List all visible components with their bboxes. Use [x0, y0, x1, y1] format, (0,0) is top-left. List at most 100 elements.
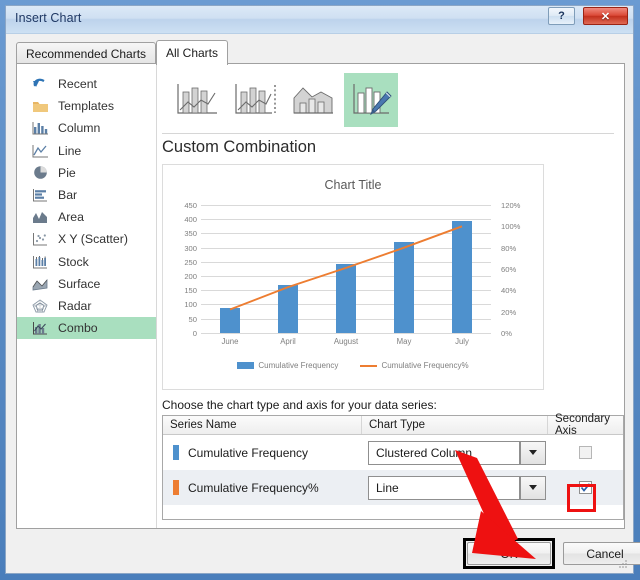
main-panel: Recent Templates Column Line Pie Bar Are… — [16, 63, 625, 529]
legend-item: Cumulative Frequency% — [360, 361, 469, 370]
resize-grip-icon[interactable] — [617, 558, 629, 570]
dropdown-value: Line — [376, 480, 399, 495]
chart-line-series — [229, 225, 463, 311]
sidebar-item-stock[interactable]: Stock — [17, 251, 156, 273]
secondary-y-axis-tick-label: 100% — [501, 222, 521, 232]
column-chart-icon — [31, 120, 49, 136]
chevron-down-icon[interactable] — [520, 475, 546, 500]
combo-heading: Custom Combination — [162, 138, 317, 156]
ok-button[interactable]: OK — [467, 542, 551, 565]
series-table-header: Series Name Chart Type Secondary Axis — [163, 413, 623, 437]
sidebar-item-label: Area — [58, 210, 84, 225]
section-divider — [162, 133, 614, 134]
sidebar-item-label: X Y (Scatter) — [58, 232, 128, 247]
x-axis-tick-label: August — [333, 337, 359, 346]
sidebar-item-label: Stock — [58, 254, 89, 269]
scatter-chart-icon — [31, 231, 49, 247]
sidebar-item-radar[interactable]: Radar — [17, 295, 156, 317]
y-axis-tick-label: 250 — [184, 257, 197, 267]
secondary-axis-checkbox[interactable] — [579, 446, 592, 459]
sidebar-item-xy-scatter[interactable]: X Y (Scatter) — [17, 228, 156, 250]
close-button[interactable]: ✕ — [583, 7, 628, 25]
series-table: Series Name Chart Type Secondary Axis Cu… — [162, 413, 624, 520]
sidebar-item-line[interactable]: Line — [17, 140, 156, 162]
series-color-swatch — [173, 480, 179, 495]
thumbnail-custom-combination[interactable] — [344, 73, 398, 127]
series-name-cell: Cumulative Frequency% — [163, 480, 362, 495]
secondary-axis-cell — [548, 481, 623, 512]
templates-folder-icon — [31, 98, 49, 114]
sidebar-item-label: Bar — [58, 188, 78, 203]
chart-category-sidebar: Recent Templates Column Line Pie Bar Are… — [17, 64, 157, 528]
chart-type-cell: Line — [362, 475, 548, 500]
y-axis-tick-label: 450 — [184, 201, 197, 210]
y-axis-tick-label: 400 — [184, 215, 197, 225]
sidebar-item-area[interactable]: Area — [17, 206, 156, 228]
sidebar-item-label: Pie — [58, 165, 76, 180]
y-axis-tick-label: 150 — [184, 286, 197, 296]
thumbnail-clustered-column-line[interactable] — [170, 73, 224, 127]
combo-chart-icon — [31, 320, 49, 336]
tab-recommended-charts[interactable]: Recommended Charts — [16, 42, 157, 64]
sidebar-item-label: Radar — [58, 298, 92, 313]
thumbnail-clustered-column-line-secondary-axis[interactable] — [228, 73, 282, 127]
legend-swatch-line — [360, 364, 378, 367]
title-bar: Insert Chart ? ✕ — [6, 6, 633, 34]
pie-chart-icon — [31, 165, 49, 181]
dialog-window: Insert Chart ? ✕ Recommended Charts All … — [5, 5, 640, 574]
table-row: Cumulative Frequency Clustered Column — [163, 435, 623, 470]
y-axis-tick-label: 0 — [192, 329, 197, 338]
chevron-down-icon[interactable] — [520, 440, 546, 465]
secondary-y-axis-tick-label: 20% — [501, 307, 517, 317]
chart-title: Chart Title — [324, 178, 382, 192]
radar-chart-icon — [31, 298, 49, 314]
dropdown-value: Clustered Column — [376, 445, 473, 460]
x-axis-tick-label: July — [455, 337, 469, 346]
secondary-axis-cell — [548, 446, 623, 459]
x-axis-tick-label: June — [221, 337, 239, 346]
chart-type-cell: Clustered Column — [362, 440, 548, 465]
x-axis-tick-label: April — [280, 337, 296, 346]
secondary-y-axis-tick-label: 0% — [501, 329, 512, 338]
y-axis-tick-label: 350 — [184, 229, 197, 239]
surface-chart-icon — [31, 276, 49, 292]
sidebar-item-label: Combo — [58, 321, 98, 336]
help-button[interactable]: ? — [548, 7, 575, 25]
area-chart-icon — [31, 209, 49, 225]
column-header-secondary-axis: Secondary Axis — [555, 413, 610, 437]
sidebar-item-recent[interactable]: Recent — [17, 73, 156, 95]
tab-strip: Recommended Charts All Charts — [16, 40, 625, 65]
sidebar-item-label: Recent — [58, 77, 97, 92]
secondary-y-axis-tick-label: 80% — [501, 243, 517, 253]
series-panel-caption: Choose the chart type and axis for your … — [162, 398, 437, 412]
legend-item: Cumulative Frequency — [237, 361, 338, 370]
tab-all-charts[interactable]: All Charts — [156, 40, 229, 65]
legend-label: Cumulative Frequency — [258, 361, 339, 370]
series-name-cell: Cumulative Frequency — [163, 445, 362, 460]
series-name-label: Cumulative Frequency — [188, 445, 309, 460]
bar-chart-icon — [31, 187, 49, 203]
sidebar-item-column[interactable]: Column — [17, 117, 156, 139]
chart-type-dropdown-clustered-column[interactable]: Clustered Column — [368, 440, 546, 465]
secondary-y-axis-tick-label: 60% — [501, 265, 517, 274]
table-row: Cumulative Frequency% Line — [163, 470, 623, 512]
chart-type-content: Custom Combination Chart Title 450 400 3… — [158, 64, 624, 528]
series-name-label: Cumulative Frequency% — [188, 480, 319, 495]
y-axis-tick-label: 200 — [184, 272, 197, 281]
thumbnail-stacked-area-clustered-column[interactable] — [286, 73, 340, 127]
chart-legend: Cumulative Frequency Cumulative Frequenc… — [163, 361, 543, 370]
sidebar-item-templates[interactable]: Templates — [17, 95, 156, 117]
sidebar-item-pie[interactable]: Pie — [17, 162, 156, 184]
checkmark-icon — [580, 483, 591, 492]
stock-chart-icon — [31, 254, 49, 270]
secondary-axis-checkbox-checked[interactable] — [579, 481, 592, 494]
dialog-window-frame: Insert Chart ? ✕ Recommended Charts All … — [0, 0, 640, 580]
sidebar-item-combo[interactable]: Combo — [17, 317, 156, 340]
sidebar-item-bar[interactable]: Bar — [17, 184, 156, 206]
y-axis-tick-label: 50 — [188, 314, 197, 324]
chart-type-dropdown-line[interactable]: Line — [368, 475, 546, 500]
legend-swatch-bar — [237, 362, 255, 369]
y-axis-tick-label: 100 — [184, 300, 197, 310]
sidebar-item-surface[interactable]: Surface — [17, 273, 156, 295]
chart-preview: Chart Title 450 400 350 300 250 200 150 … — [162, 164, 544, 390]
